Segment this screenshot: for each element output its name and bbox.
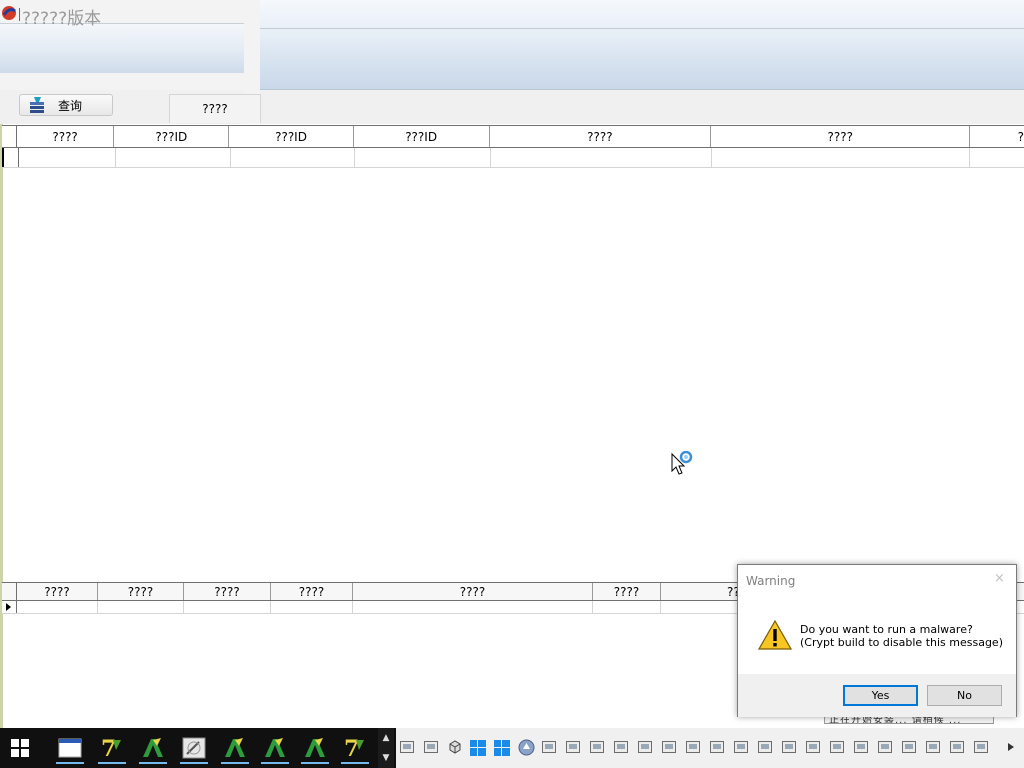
tray-app-icon[interactable] (974, 741, 988, 753)
column-header[interactable]: ???? (17, 583, 98, 600)
column-header[interactable]: ???? (98, 583, 184, 600)
tray-app-icon[interactable] (902, 741, 916, 753)
table-cell[interactable] (19, 148, 117, 167)
table-cell[interactable] (491, 148, 712, 167)
busy-cursor-icon (671, 451, 693, 475)
chevron-up-icon[interactable]: ▲ (383, 733, 390, 743)
table-cell[interactable] (970, 148, 1024, 167)
tray-app-icon[interactable] (926, 741, 940, 753)
tray-app-icon[interactable] (400, 741, 414, 753)
grid-left-border (0, 124, 3, 729)
title-separator (19, 8, 20, 21)
column-header[interactable]: ???? (17, 126, 115, 147)
taskbar-scroll[interactable]: ▲ ▼ (378, 728, 394, 768)
table-row[interactable] (2, 148, 1024, 168)
toolbar-strip (0, 90, 1024, 124)
table-cell[interactable] (271, 601, 353, 613)
row-indicator (2, 601, 17, 613)
table-cell[interactable] (593, 601, 661, 613)
taskbar-aurora-icon[interactable] (218, 732, 252, 764)
column-header[interactable]: ???? (184, 583, 271, 600)
header-banner (260, 0, 1024, 90)
taskbar-aurora-icon[interactable] (298, 732, 332, 764)
window-title: ?????版本 (22, 9, 102, 29)
tray-app-icon[interactable] (542, 741, 556, 753)
close-icon[interactable]: × (994, 571, 1005, 586)
column-header[interactable]: ???? (711, 126, 971, 147)
taskbar: 7 7 ▲ ▼ (0, 728, 1024, 768)
database-search-icon (30, 97, 44, 113)
tray-app-icon[interactable] (614, 741, 628, 753)
taskbar-7zip-icon[interactable]: 7 (95, 732, 129, 764)
tray-app-icon[interactable] (662, 741, 676, 753)
tray-app-icon[interactable] (710, 741, 724, 753)
windows-logo-icon[interactable] (494, 740, 510, 756)
column-header[interactable]: ???? (490, 126, 712, 147)
up-arrow-circle-icon[interactable] (518, 739, 535, 756)
column-header[interactable]: ???ID (354, 126, 490, 147)
column-header[interactable]: ???? (593, 583, 661, 600)
tray-app-icon[interactable] (424, 741, 438, 753)
chevron-right-icon[interactable] (1007, 742, 1015, 752)
column-header[interactable]: ? (970, 126, 1024, 147)
table-cell[interactable] (17, 601, 98, 613)
left-banner (0, 23, 244, 73)
main-data-grid: ???? ???ID ???ID ???ID ???? ???? ? (2, 125, 1024, 168)
taskbar-window-app-icon[interactable] (53, 732, 87, 764)
taskbar-tool-icon[interactable] (177, 732, 211, 764)
table-cell[interactable] (353, 601, 593, 613)
no-button[interactable]: No (927, 685, 1002, 706)
tray-app-icon[interactable] (686, 741, 700, 753)
taskbar-7zip-icon[interactable]: 7 (338, 732, 372, 764)
table-cell[interactable] (98, 601, 184, 613)
taskbar-icon-strip (396, 728, 1024, 768)
tray-app-icon[interactable] (638, 741, 652, 753)
warning-icon (758, 620, 792, 650)
table-cell[interactable] (355, 148, 491, 167)
column-header[interactable]: ???ID (229, 126, 354, 147)
windows-start-icon[interactable] (10, 738, 30, 758)
tray-app-icon[interactable] (854, 741, 868, 753)
row-header-corner (2, 126, 17, 147)
tray-app-icon[interactable] (878, 741, 892, 753)
tray-app-icon[interactable] (782, 741, 796, 753)
taskbar-aurora-icon[interactable] (136, 732, 170, 764)
tray-app-icon[interactable] (566, 741, 580, 753)
tray-app-icon[interactable] (806, 741, 820, 753)
table-cell[interactable] (116, 148, 231, 167)
tray-app-icon[interactable] (950, 741, 964, 753)
query-button[interactable]: 查询 (19, 94, 113, 116)
dialog-message-line2: (Crypt build to disable this message) (800, 636, 1003, 649)
row-indicator (2, 148, 19, 167)
cube-icon[interactable] (448, 740, 462, 754)
column-header[interactable]: ???ID (114, 126, 230, 147)
tray-app-icon[interactable] (758, 741, 772, 753)
svg-text:7: 7 (344, 736, 359, 760)
grid-header-row: ???? ???ID ???ID ???ID ???? ???? ? (2, 125, 1024, 148)
tray-app-icon[interactable] (734, 741, 748, 753)
taskbar-aurora-icon[interactable] (258, 732, 292, 764)
warning-dialog: Warning × Do you want to run a malware? … (737, 564, 1017, 717)
app-logo-icon (2, 6, 16, 20)
tray-app-icon[interactable] (830, 741, 844, 753)
tab-button[interactable]: ???? (169, 94, 261, 123)
row-header-corner (2, 583, 17, 600)
column-header[interactable]: ???? (271, 583, 353, 600)
table-cell[interactable] (184, 601, 271, 613)
table-cell[interactable] (231, 148, 355, 167)
dialog-title: Warning (746, 574, 796, 588)
svg-text:7: 7 (101, 736, 116, 760)
column-header[interactable]: ???? (353, 583, 593, 600)
chevron-down-icon[interactable]: ▼ (383, 753, 390, 763)
header-divider (260, 28, 1024, 29)
query-button-label: 查询 (58, 98, 83, 113)
dialog-button-bar: Yes No (738, 674, 1016, 717)
yes-button[interactable]: Yes (843, 685, 918, 706)
dialog-message-line1: Do you want to run a malware? (800, 623, 973, 636)
table-cell[interactable] (712, 148, 971, 167)
current-row-arrow-icon (6, 603, 11, 611)
windows-logo-icon[interactable] (470, 740, 486, 756)
tray-app-icon[interactable] (590, 741, 604, 753)
